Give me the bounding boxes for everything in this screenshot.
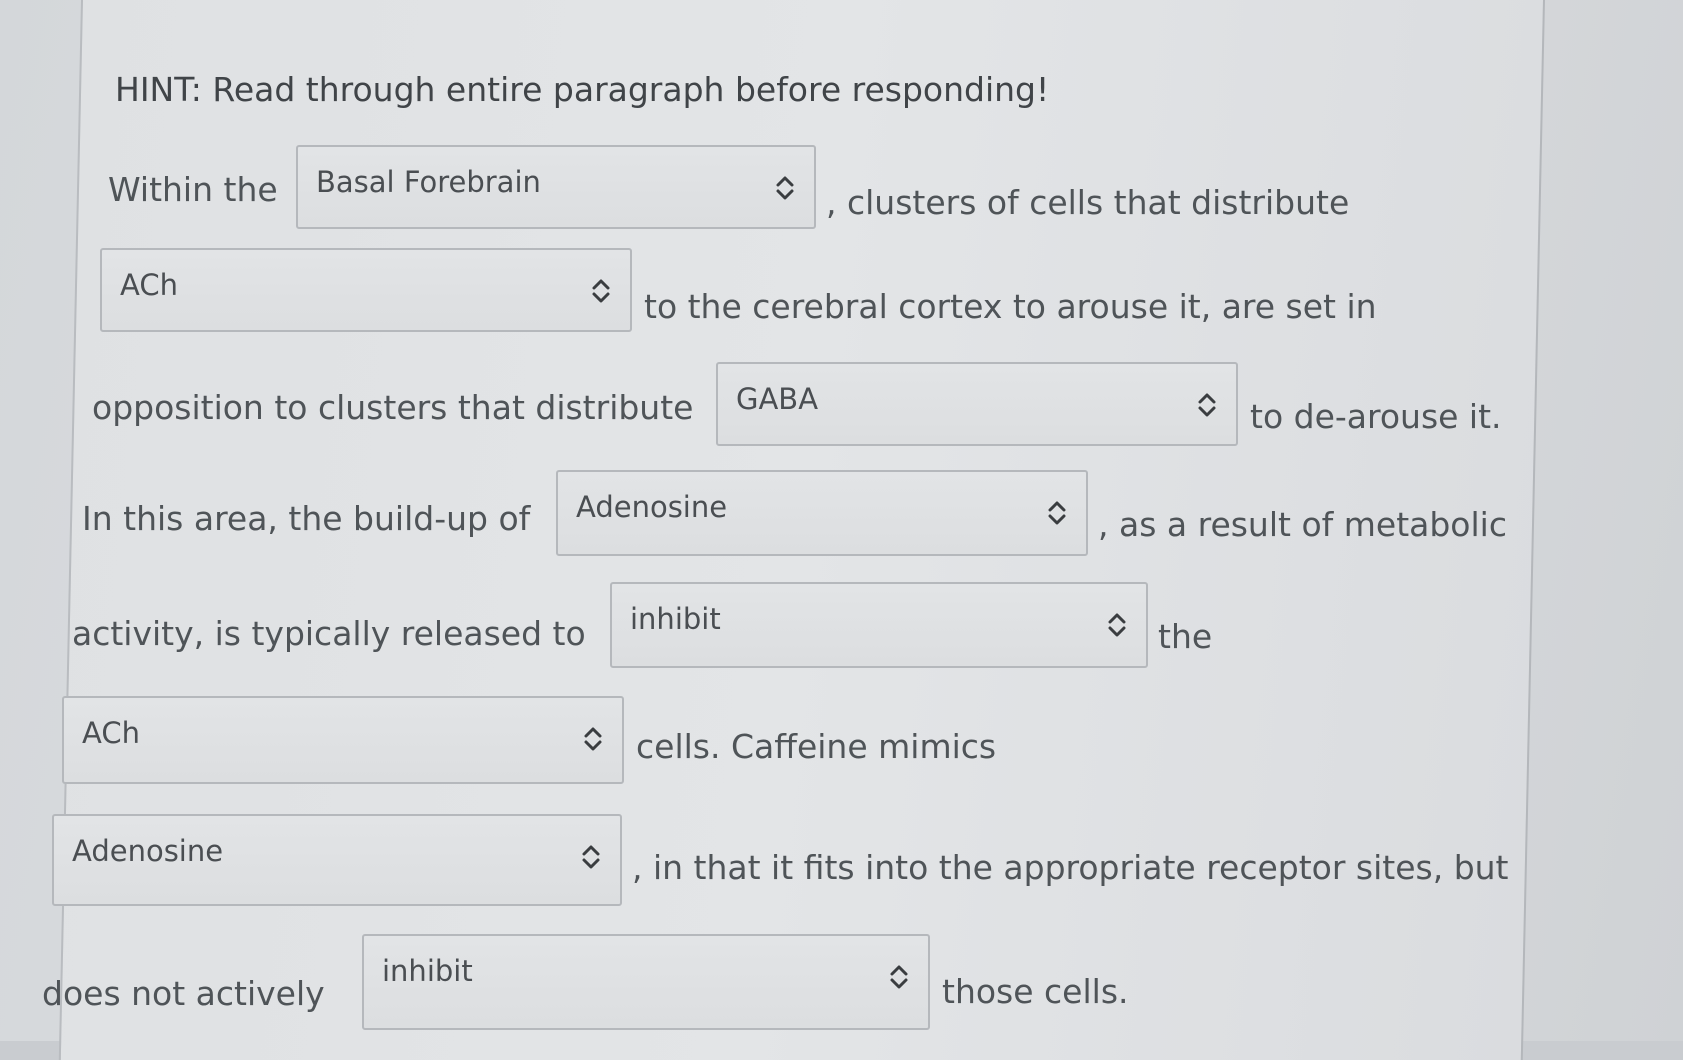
dropdown-arousal-neurotransmitter[interactable]: ACh: [100, 248, 632, 332]
row-1-text-after: , clusters of cells that distribute: [826, 183, 1350, 222]
chevron-up-down-icon: [890, 965, 908, 989]
hint-text: HINT: Read through entire paragraph befo…: [115, 70, 1050, 109]
dropdown-value: Adenosine: [576, 490, 728, 524]
dropdown-target-cells[interactable]: ACh: [62, 696, 624, 784]
row-4-text-before: In this area, the build-up of: [82, 499, 531, 538]
chevron-up-down-icon: [1048, 501, 1066, 525]
dropdown-dearousal-neurotransmitter[interactable]: GABA: [716, 362, 1238, 446]
row-4-text-after: , as a result of metabolic: [1098, 505, 1507, 544]
chevron-up-down-icon: [776, 176, 794, 200]
dropdown-value: ACh: [120, 268, 178, 302]
row-3-text-after: to de-arouse it.: [1250, 397, 1502, 436]
row-3-text-before: opposition to clusters that distribute: [92, 388, 694, 427]
dropdown-value: GABA: [736, 382, 819, 416]
row-1-text-before: Within the: [108, 170, 278, 209]
dropdown-region[interactable]: Basal Forebrain: [296, 145, 816, 229]
chevron-up-down-icon: [1108, 613, 1126, 637]
row-8-text-before: does not actively: [42, 974, 325, 1013]
chevron-up-down-icon: [1198, 393, 1216, 417]
row-6-text-after: cells. Caffeine mimics: [636, 727, 997, 766]
dropdown-mimicked-substance[interactable]: Adenosine: [52, 814, 622, 906]
dropdown-value: ACh: [82, 716, 140, 750]
row-7-text-after: , in that it fits into the appropriate r…: [632, 848, 1509, 887]
row-2-text-after: to the cerebral cortex to arouse it, are…: [644, 287, 1377, 326]
row-5-text-before: activity, is typically released to: [72, 614, 586, 653]
dropdown-caffeine-effect[interactable]: inhibit: [362, 934, 930, 1030]
dropdown-value: Adenosine: [72, 834, 224, 868]
dropdown-buildup-substance[interactable]: Adenosine: [556, 470, 1088, 556]
dropdown-effect[interactable]: inhibit: [610, 582, 1148, 668]
chevron-up-down-icon: [584, 727, 602, 751]
dropdown-value: inhibit: [382, 954, 473, 988]
row-5-text-after: the: [1158, 617, 1213, 656]
dropdown-value: inhibit: [630, 602, 721, 636]
dropdown-value: Basal Forebrain: [316, 165, 541, 199]
chevron-up-down-icon: [582, 845, 600, 869]
row-8-text-after: those cells.: [942, 972, 1129, 1011]
chevron-up-down-icon: [592, 279, 610, 303]
